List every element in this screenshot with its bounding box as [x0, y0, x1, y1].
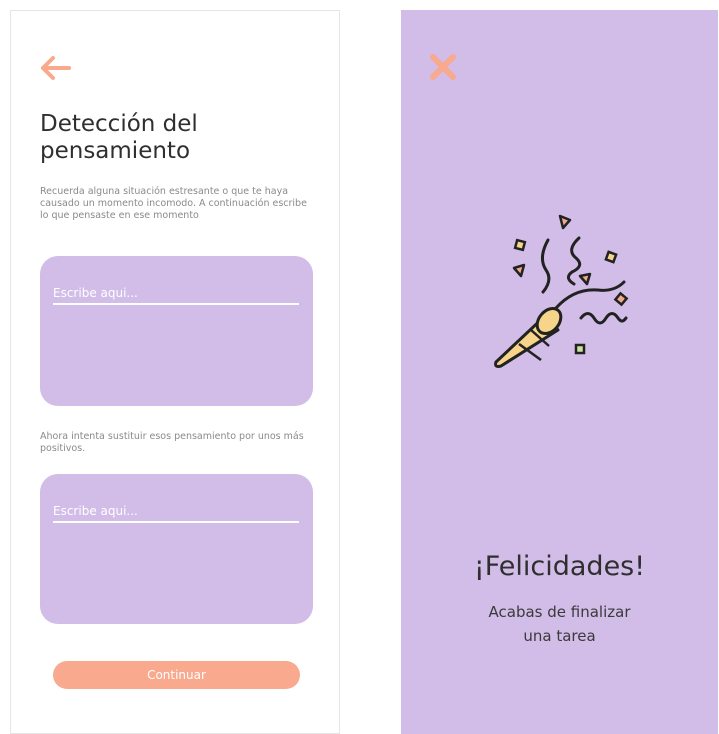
close-icon[interactable] [428, 52, 458, 82]
continue-button[interactable]: Continuar [53, 661, 300, 689]
party-popper-icon [494, 214, 629, 368]
input-underline [53, 521, 299, 523]
congrats-line-2: una tarea [523, 627, 596, 645]
task-form-screen: Detección del pensamiento Recuerda algun… [10, 10, 340, 734]
thought-input-card-2[interactable]: Escribe aqui... [40, 474, 313, 624]
thought-input-card-1[interactable]: Escribe aqui... [40, 256, 313, 406]
congratulations-screen: ¡Felicidades! Acabas de finalizar una ta… [401, 10, 718, 734]
congrats-heading: ¡Felicidades! [473, 551, 646, 582]
instruction-text-2: Ahora intenta sustituir esos pensamiento… [40, 431, 304, 454]
thought-input-1-placeholder[interactable]: Escribe aqui... [53, 286, 138, 300]
congrats-message: Acabas de finalizar una tarea [401, 600, 718, 648]
thought-input-2-placeholder[interactable]: Escribe aqui... [53, 504, 138, 518]
congrats-line-1: Acabas de finalizar [488, 603, 631, 621]
back-arrow-icon[interactable] [39, 55, 73, 81]
page-title: Detección del pensamiento [40, 111, 198, 164]
input-underline [53, 303, 299, 305]
instruction-text-1: Recuerda alguna situación estresante o q… [40, 186, 307, 221]
